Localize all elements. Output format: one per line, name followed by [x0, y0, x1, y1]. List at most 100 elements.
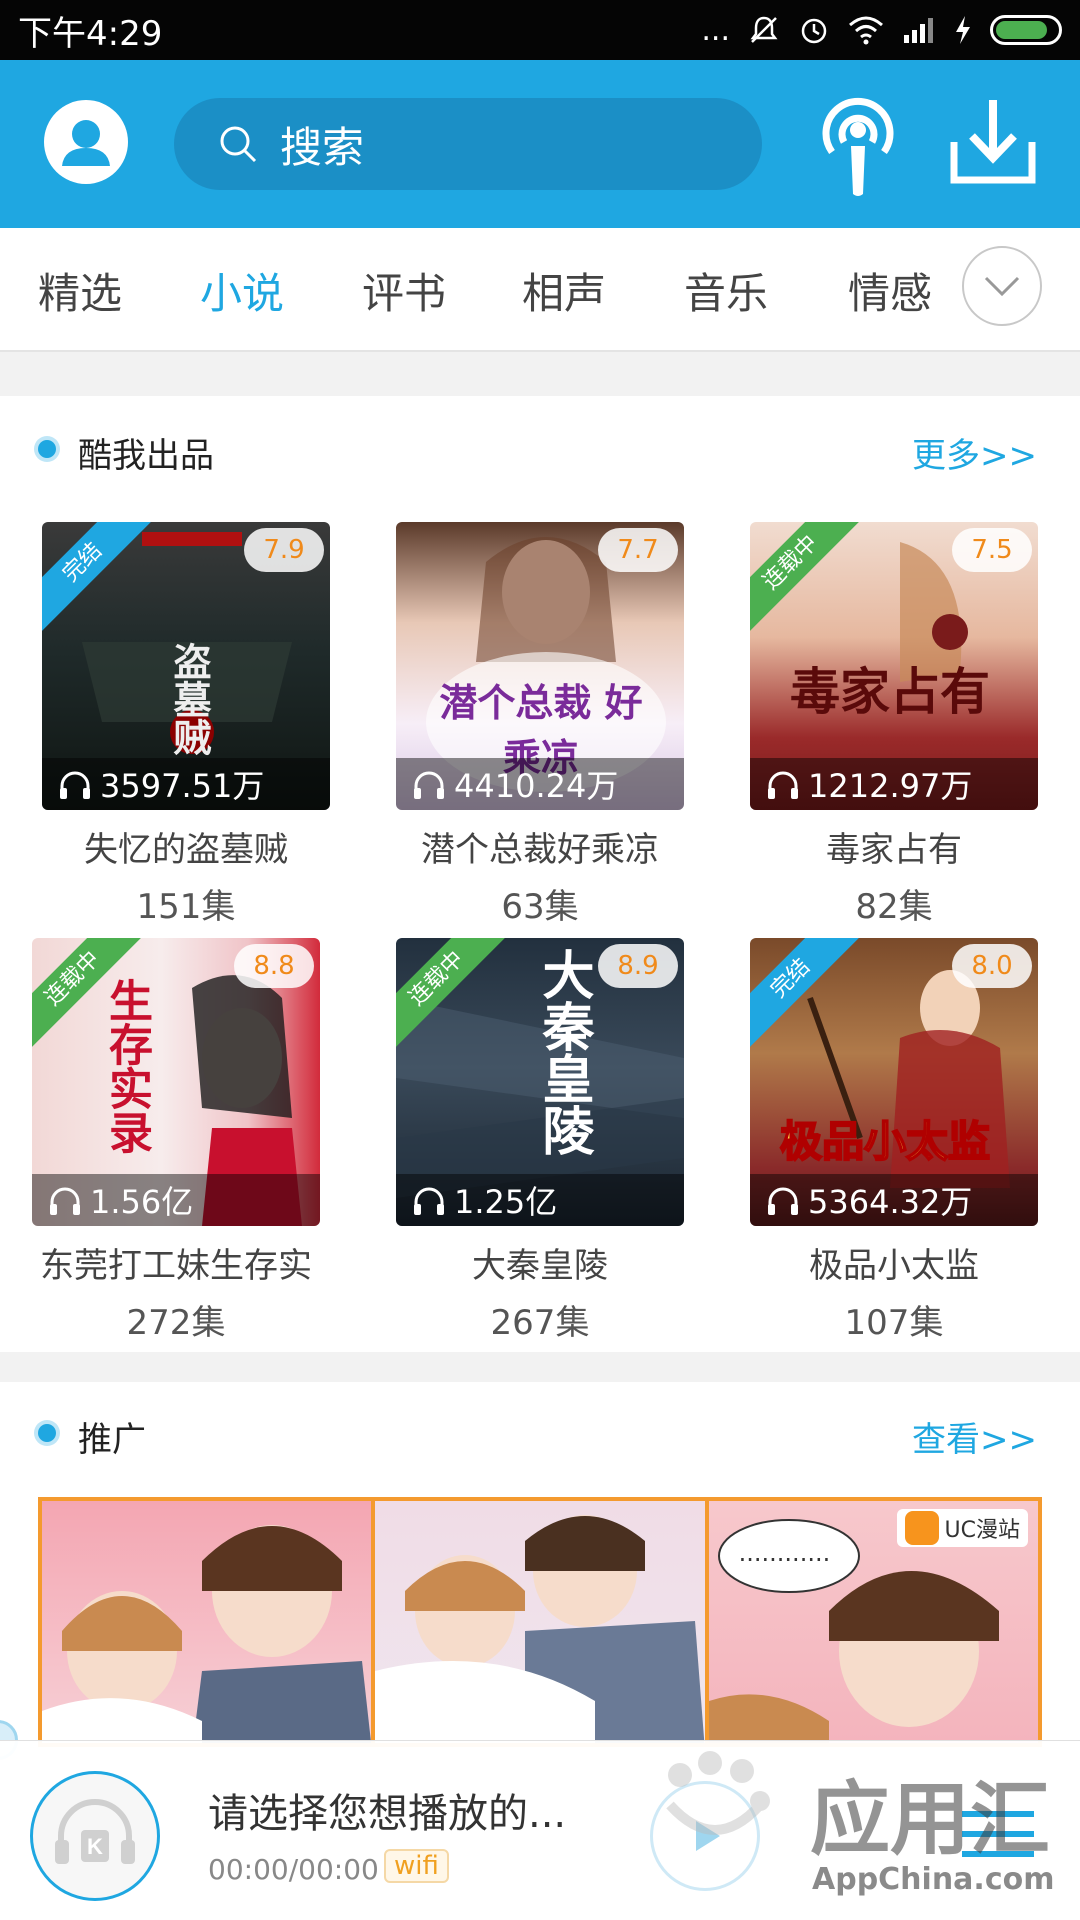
- book-episodes: 272集: [126, 1303, 226, 1343]
- tab-pingshu[interactable]: 评书: [362, 260, 446, 321]
- tab-xiangsheng[interactable]: 相声: [522, 260, 606, 321]
- book-card[interactable]: 毒家占有 连载中 7.5 1212.97万 毒家占有 82集: [750, 522, 1038, 928]
- status-bar: 下午4:29 ...: [0, 0, 1080, 60]
- speech-bubble-text: ............: [738, 1539, 831, 1567]
- book-episodes: 63集: [501, 887, 579, 927]
- kuwo-logo-icon: K: [55, 1799, 135, 1864]
- search-icon: [220, 126, 257, 163]
- promo-banner[interactable]: ............ UC漫站: [38, 1497, 1042, 1747]
- charging-icon: [956, 16, 970, 44]
- comic-art: [42, 1525, 372, 1743]
- headphones-icon: [768, 1187, 798, 1215]
- cover-title: 极品小太监: [779, 1116, 991, 1167]
- status-time: 下午4:29: [18, 13, 163, 54]
- score-badge: 7.9: [244, 528, 324, 572]
- watermark-text: 应用汇: [810, 1773, 1050, 1866]
- play-count-text: 1212.97万: [808, 767, 973, 805]
- book-cover: 生存实录 连载中 8.8 1.56亿: [32, 938, 320, 1226]
- comic-panel: [42, 1501, 376, 1743]
- book-title: 毒家占有: [826, 830, 962, 870]
- tab-yinyue[interactable]: 音乐: [684, 260, 768, 321]
- section-title-promo: 推广: [78, 1420, 146, 1460]
- book-episodes: 151集: [136, 887, 236, 927]
- book-cover: 极品小太监 完结 8.0 5364.32万: [750, 938, 1038, 1226]
- network-badge: wifi: [384, 1849, 449, 1883]
- book-cover: 大秦皇陵 连载中 8.9 1.25亿: [396, 938, 684, 1226]
- alarm-icon: [801, 18, 827, 44]
- uc-label: UC漫站: [944, 1518, 1020, 1543]
- chevron-down-icon: [984, 276, 1020, 297]
- tab-xiaoshuo[interactable]: 小说: [200, 260, 284, 321]
- comic-art: [375, 1515, 705, 1743]
- headphones-icon: [414, 1187, 444, 1215]
- view-link[interactable]: 查看>>: [912, 1412, 1037, 1461]
- book-cover: 盗墓贼 完结 7.9 3597.51万: [42, 522, 330, 810]
- score-badge: 7.5: [952, 528, 1032, 572]
- cover-title: 盗墓贼: [167, 642, 212, 756]
- search-input[interactable]: 搜索: [174, 98, 762, 190]
- section-title-kuwo: 酷我出品: [78, 436, 214, 476]
- mute-icon: [750, 16, 778, 43]
- top-header: 搜索: [0, 60, 1080, 228]
- play-count: 1.56亿: [32, 1174, 320, 1226]
- divider: [0, 1352, 1080, 1382]
- book-title: 潜个总裁好乘凉: [421, 830, 659, 870]
- play-count: 5364.32万: [750, 1174, 1038, 1226]
- play-count-text: 1.56亿: [90, 1183, 194, 1221]
- score-badge: 8.0: [952, 944, 1032, 988]
- status-icons: ...: [701, 13, 1062, 48]
- score-badge: 8.8: [234, 944, 314, 988]
- book-card[interactable]: 大秦皇陵 连载中 8.9 1.25亿 大秦皇陵 267集: [396, 938, 684, 1344]
- book-title: 大秦皇陵: [472, 1246, 608, 1286]
- play-count-text: 3597.51万: [100, 767, 265, 805]
- player-title: 请选择您想播放的...: [208, 1791, 567, 1837]
- uc-comic-badge: UC漫站: [896, 1509, 1028, 1547]
- cover-title: 毒家占有: [790, 662, 990, 721]
- expand-tabs-button[interactable]: [962, 246, 1042, 326]
- section-dot-icon: [38, 440, 56, 458]
- book-episodes: 267集: [490, 1303, 590, 1343]
- play-count-text: 5364.32万: [808, 1183, 973, 1221]
- battery-icon: [990, 15, 1062, 45]
- player-time: 00:00/00:00: [208, 1853, 379, 1886]
- play-count-text: 4410.24万: [454, 767, 619, 805]
- book-card[interactable]: 盗墓贼 完结 7.9 3597.51万 失忆的盗墓贼 151集: [42, 522, 330, 928]
- appchina-logo-icon: [666, 1751, 770, 1835]
- play-count: 1212.97万: [750, 758, 1038, 810]
- headphones-icon: [60, 771, 90, 799]
- wifi-icon: [849, 16, 883, 45]
- book-title: 失忆的盗墓贼: [84, 830, 288, 870]
- play-count: 1.25亿: [396, 1174, 684, 1226]
- section-dot-icon: [38, 1424, 56, 1442]
- cover-title: 大秦皇陵: [533, 948, 594, 1156]
- category-tabs: 精选 小说 评书 相声 音乐 情感: [0, 228, 1080, 352]
- broadcast-button[interactable]: [818, 90, 898, 198]
- book-title: 东莞打工妹生存实: [40, 1246, 312, 1286]
- headphones-icon: [50, 1187, 80, 1215]
- play-count: 3597.51万: [42, 758, 330, 810]
- play-count-text: 1.25亿: [454, 1183, 558, 1221]
- user-avatar-button[interactable]: [44, 100, 128, 184]
- book-episodes: 107集: [844, 1303, 944, 1343]
- more-link[interactable]: 更多>>: [912, 428, 1037, 477]
- book-cover: 毒家占有 连载中 7.5 1212.97万: [750, 522, 1038, 810]
- app-screen: 下午4:29 ... 搜索 精选 小说 评书 相声 音乐 情感 酷我出品 更多>…: [0, 0, 1080, 1920]
- tab-jingxuan[interactable]: 精选: [38, 260, 122, 321]
- score-badge: 8.9: [598, 944, 678, 988]
- book-card[interactable]: 潜个总裁 好乘凉 7.7 4410.24万 潜个总裁好乘凉 63集: [396, 522, 684, 928]
- book-episodes: 82集: [855, 887, 933, 927]
- user-icon: [62, 120, 110, 166]
- more-dots-icon: ...: [701, 12, 730, 48]
- signal-icon: [904, 18, 933, 43]
- watermark-subtext: AppChina.com: [812, 1862, 1055, 1897]
- search-placeholder: 搜索: [280, 122, 365, 172]
- album-art-button[interactable]: K: [30, 1771, 160, 1901]
- book-title: 极品小太监: [809, 1246, 979, 1286]
- book-cover: 潜个总裁 好乘凉 7.7 4410.24万: [396, 522, 684, 810]
- book-card[interactable]: 生存实录 连载中 8.8 1.56亿 东莞打工妹生存实 272集: [32, 938, 320, 1344]
- cover-title: 生存实录: [101, 978, 152, 1154]
- book-card[interactable]: 极品小太监 完结 8.0 5364.32万 极品小太监 107集: [750, 938, 1038, 1344]
- tab-qinggan[interactable]: 情感: [848, 260, 932, 321]
- download-button[interactable]: [950, 96, 1036, 186]
- headphones-icon: [414, 771, 444, 799]
